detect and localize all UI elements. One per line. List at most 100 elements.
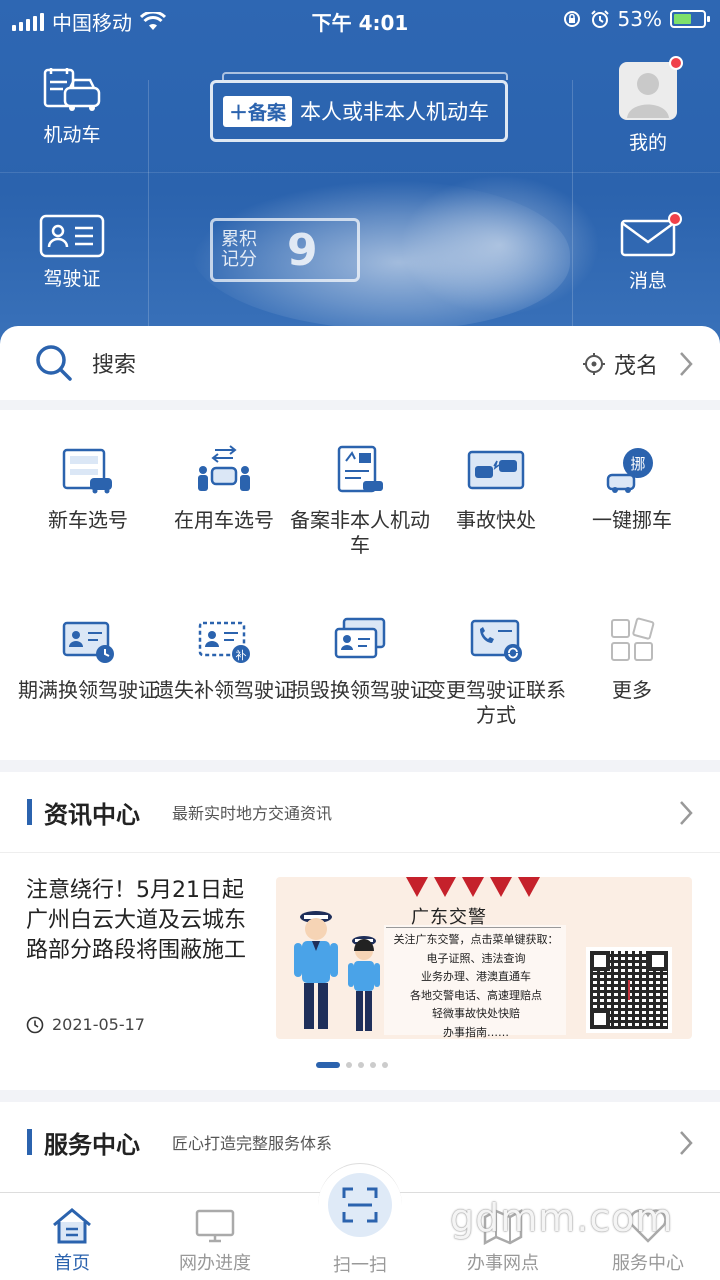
carousel-dot[interactable] (382, 1062, 388, 1068)
license-contact-icon (470, 619, 522, 662)
move-car-icon: 挪 (606, 448, 653, 493)
license-entry[interactable]: 驾驶证 (30, 214, 114, 291)
record-vehicle-plate[interactable]: ＋备案 本人或非本人机动车 (210, 80, 508, 142)
messages-entry[interactable]: 消息 (608, 212, 688, 293)
locate-icon (582, 353, 605, 375)
clock-icon (26, 1016, 44, 1033)
news-title: 资讯中心 (44, 800, 140, 829)
scan-icon (342, 1187, 378, 1223)
service-used-car-plate[interactable]: 在用车选号 (154, 440, 294, 533)
profile-badge (669, 56, 683, 70)
location-selector[interactable]: 茂名 (582, 348, 696, 380)
chevron-right-icon (680, 352, 693, 376)
license-damaged-icon (334, 617, 386, 659)
tab-progress[interactable]: 网办进度 (155, 1207, 275, 1275)
avatar (619, 56, 683, 120)
header-separator (148, 80, 149, 340)
qr-code-icon (586, 947, 672, 1033)
service-move-car[interactable]: 挪 一键挪车 (562, 440, 702, 533)
more-grid-icon (611, 617, 655, 661)
carousel-dot[interactable] (358, 1062, 364, 1068)
rotation-lock-icon (563, 11, 580, 27)
service-license-damaged[interactable]: 损毁换领驾驶证 (290, 610, 430, 703)
profile-entry[interactable]: 我的 (608, 56, 688, 155)
service-label: 损毁换领驾驶证 (290, 678, 430, 702)
license-expire-icon (62, 621, 114, 663)
service-label: 变更驾驶证联系方式 (426, 678, 566, 727)
tab-home[interactable]: 首页 (12, 1207, 132, 1275)
banner-text: 关注广东交警，点击菜单键获取： 电子证照、违法查询 业务办理、港澳直通车 各地交… (393, 933, 559, 1039)
vehicle-entry[interactable]: 机动车 (30, 66, 114, 147)
plate-frame-top (222, 72, 508, 80)
svg-text:挪: 挪 (630, 455, 645, 473)
new-plate-icon (62, 448, 112, 494)
news-header[interactable]: 资讯中心 最新实时地方交通资讯 (0, 772, 720, 852)
default-avatar-icon (627, 73, 669, 118)
service-license-expire[interactable]: 期满换领驾驶证 (18, 610, 158, 703)
service-label: 期满换领驾驶证 (18, 678, 158, 702)
vehicle-doc-icon (43, 68, 101, 111)
search-icon (36, 345, 72, 381)
carousel-dot[interactable] (346, 1062, 352, 1068)
service-new-plate[interactable]: 新车选号 (18, 440, 158, 533)
service-more[interactable]: 更多 (562, 610, 702, 703)
service-label: 一键挪车 (592, 508, 672, 532)
location-name: 茂名 (613, 354, 658, 379)
battery-icon (670, 10, 710, 28)
carousel-dot-active[interactable] (316, 1062, 340, 1068)
tab-label: 首页 (54, 1253, 90, 1274)
tab-label: 办事网点 (467, 1253, 539, 1274)
carousel-indicator (316, 1062, 388, 1068)
chevron-right-icon (680, 801, 693, 825)
service-label: 事故快处 (456, 508, 536, 532)
status-bar: 中国移动 下午 4:01 53% (0, 0, 720, 40)
tab-label: 服务中心 (612, 1253, 684, 1274)
tab-label: 扫一扫 (333, 1255, 387, 1276)
messages-label: 消息 (628, 270, 667, 292)
header-banner: 中国移动 下午 4:01 53% 机动车 驾驶证 ＋备案 本人或非本人机动车 累… (0, 0, 720, 350)
service-accident[interactable]: 事故快处 (426, 440, 566, 533)
home-icon (53, 1208, 91, 1244)
service-center-subtitle: 匠心打造完整服务体系 (172, 1134, 333, 1153)
traffic-police-illustration (294, 911, 380, 1031)
banner-rule (386, 927, 561, 928)
news-banner-image[interactable]: 广东交警 关注广东交警，点击菜单键获取： 电子证照、违法查询 业务办理、港澳直通… (276, 877, 692, 1039)
tab-label: 网办进度 (179, 1253, 251, 1274)
points-label: 累积记分 (221, 229, 257, 270)
service-record-non-owner[interactable]: 备案非本人机动车 (290, 440, 430, 558)
service-license-lost[interactable]: 补 遗失补领驾驶证 (154, 610, 294, 703)
service-center-title: 服务中心 (44, 1130, 140, 1159)
banner-title: 广东交警 (411, 907, 487, 928)
service-grid: 新车选号 在用车选号 备案非本人机动车 事故快处 挪 一键挪车 期满换领驾驶证 … (0, 410, 720, 760)
points-card[interactable]: 累积记分 9 (210, 218, 360, 282)
section-accent-bar (27, 1129, 32, 1155)
carousel-dot[interactable] (370, 1062, 376, 1068)
chevron-right-icon (680, 1131, 693, 1155)
tab-scan[interactable]: 扫一扫 (300, 1251, 420, 1277)
service-license-contact[interactable]: 变更驾驶证联系方式 (426, 610, 566, 728)
divider (0, 852, 720, 853)
message-badge (668, 212, 682, 226)
svg-text:补: 补 (236, 649, 247, 662)
accident-icon (467, 450, 525, 490)
news-subtitle: 最新实时地方交通资讯 (172, 804, 333, 823)
section-accent-bar (27, 799, 32, 825)
header-divider (0, 172, 720, 173)
chalk-texture-2 (400, 175, 600, 315)
battery-percent: 53% (617, 7, 662, 31)
search-bar[interactable]: 搜索 茂名 (0, 326, 720, 400)
points-value: 9 (287, 224, 318, 276)
site-watermark: gdmm.com (450, 1196, 674, 1240)
header-separator (572, 80, 573, 340)
scan-button-circle[interactable] (328, 1173, 392, 1237)
monitor-icon (195, 1209, 235, 1243)
news-item-title[interactable]: 注意绕行！5月21日起广州白云大道及云城东路部分路段将围蔽施工 (26, 876, 252, 966)
vehicle-label: 机动车 (43, 124, 101, 146)
service-label: 遗失补领驾驶证 (154, 678, 294, 702)
car-people-icon (198, 445, 250, 491)
service-label: 备案非本人机动车 (290, 508, 430, 557)
service-label: 在用车选号 (174, 508, 274, 532)
news-section: 资讯中心 最新实时地方交通资讯 注意绕行！5月21日起广州白云大道及云城东路部分… (0, 772, 720, 1090)
search-placeholder: 搜索 (92, 353, 137, 378)
alarm-icon (590, 10, 609, 28)
